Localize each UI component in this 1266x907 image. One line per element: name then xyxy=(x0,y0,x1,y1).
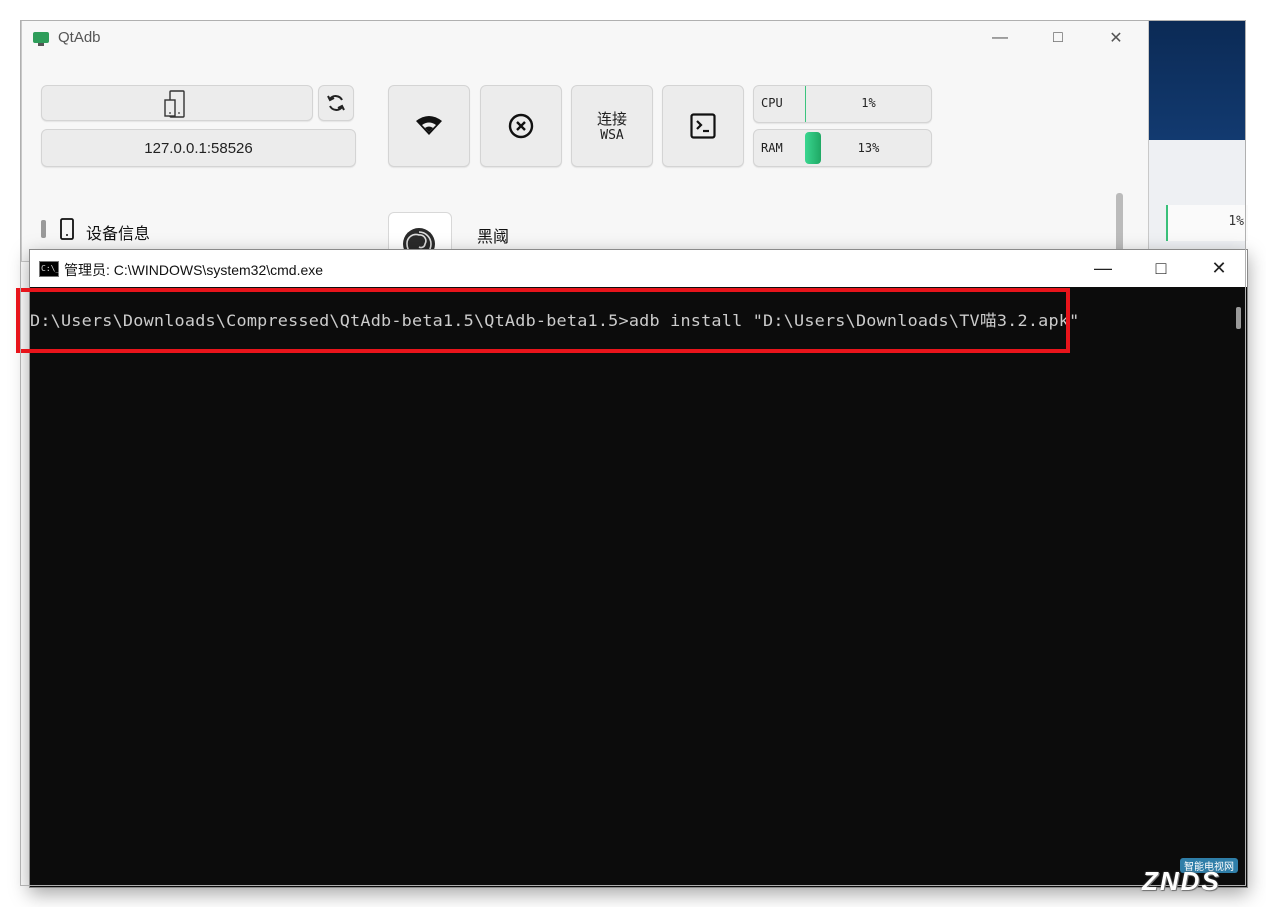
monitor-icon xyxy=(33,32,49,46)
ram-meter: RAM 13% xyxy=(753,129,932,167)
qtadb-window: QtAdb — □ ✕ 127.0.0.1:58526 连接 WSA CPU 1… xyxy=(21,20,1149,262)
wifi-icon xyxy=(416,116,442,135)
znds-watermark: 智能电视网 ZNDS xyxy=(1128,852,1248,898)
cmd-close-button[interactable]: ✕ xyxy=(1190,250,1248,287)
maximize-button[interactable]: □ xyxy=(1035,21,1081,55)
disconnect-button[interactable] xyxy=(480,85,562,167)
highlight-box xyxy=(16,288,1070,353)
cpu-value: 1% xyxy=(861,96,876,110)
cmd-minimize-button[interactable]: — xyxy=(1074,250,1132,287)
qtadb-title: QtAdb xyxy=(58,29,101,46)
wireless-connect-button[interactable] xyxy=(388,85,470,167)
qtadb-titlebar: QtAdb — □ ✕ xyxy=(22,21,1148,57)
background-cpu-value: 1% xyxy=(1228,214,1244,229)
cpu-label: CPU xyxy=(761,96,783,110)
minimize-button[interactable]: — xyxy=(977,21,1023,55)
terminal-button[interactable] xyxy=(662,85,744,167)
desktop-wallpaper xyxy=(1147,20,1246,140)
connect-wsa-button[interactable]: 连接 WSA xyxy=(571,85,653,167)
wsa-label-line2: WSA xyxy=(600,128,624,143)
cmd-titlebar: C:\_ 管理员: C:\WINDOWS\system32\cmd.exe — … xyxy=(30,250,1247,287)
device-icon xyxy=(60,218,74,240)
device-select-button[interactable] xyxy=(41,85,313,121)
cmd-icon: C:\_ xyxy=(39,261,60,277)
cmd-scrollbar-thumb[interactable] xyxy=(1236,307,1241,329)
phone-outline-icon xyxy=(164,90,185,118)
refresh-button[interactable] xyxy=(318,85,354,121)
cmd-maximize-button[interactable]: □ xyxy=(1132,250,1190,287)
close-button[interactable]: ✕ xyxy=(1093,21,1139,55)
cpu-meter: CPU 1% xyxy=(753,85,932,123)
refresh-icon xyxy=(327,95,345,111)
sidebar-item-device-info[interactable]: 设备信息 xyxy=(86,220,150,244)
ram-label: RAM xyxy=(761,141,783,155)
sidebar-indicator xyxy=(41,220,46,238)
cmd-title: 管理员: C:\WINDOWS\system32\cmd.exe xyxy=(64,262,324,278)
close-circle-icon xyxy=(508,113,534,139)
wsa-label-line1: 连接 xyxy=(596,111,627,128)
ram-value: 13% xyxy=(857,141,880,155)
device-address-field[interactable]: 127.0.0.1:58526 xyxy=(41,129,356,167)
terminal-icon xyxy=(690,113,716,139)
watermark-logo: ZNDS xyxy=(1142,866,1221,896)
background-cpu-cell: 1% xyxy=(1166,205,1248,241)
app-item-label[interactable]: 黑阈 xyxy=(477,223,509,247)
